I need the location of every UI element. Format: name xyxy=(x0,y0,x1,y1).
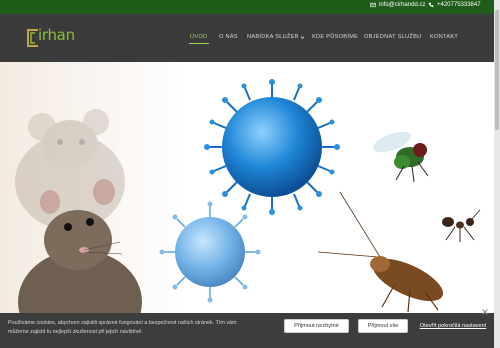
nav-item-label: KONTAKT xyxy=(430,34,459,40)
envelope-icon xyxy=(370,2,376,8)
nav-item-uvod[interactable]: ÚVOD xyxy=(190,34,207,40)
main-navigation: irhan ÚVOD O NÁS NABÍDKA SLUŽEB KDE PŮSO… xyxy=(0,14,494,62)
accept-all-button[interactable]: Přijmout vše xyxy=(358,319,408,333)
active-nav-indicator xyxy=(189,43,209,44)
nav-item-label: O NÁS xyxy=(219,34,238,40)
logo-text: irhan xyxy=(38,26,75,44)
chevron-down-icon xyxy=(300,35,305,39)
advanced-settings-link[interactable]: Otevřít pokročilá nastavení xyxy=(418,319,488,333)
scrollbar-thumb[interactable] xyxy=(495,10,499,130)
email-text: info@cirhandd.cz xyxy=(379,2,426,8)
email-link[interactable]: info@cirhandd.cz xyxy=(370,2,425,8)
nav-item-label: KDE PŮSOBÍME xyxy=(312,34,359,40)
hero-banner xyxy=(0,62,494,348)
virus-small-image xyxy=(159,201,261,303)
site-logo[interactable]: irhan xyxy=(24,24,75,52)
nav-item-kontakt[interactable]: KONTAKT xyxy=(430,34,458,40)
nav-item-nabidka-sluzeb[interactable]: NABÍDKA SLUŽEB xyxy=(247,34,305,40)
nav-item-kde-pusobime[interactable]: KDE PŮSOBÍME xyxy=(312,34,358,40)
page-scrollbar[interactable] xyxy=(494,0,500,348)
ant-image xyxy=(442,209,481,242)
cockroach-image xyxy=(317,191,444,313)
nav-item-label: ÚVOD xyxy=(190,34,208,40)
close-icon[interactable] xyxy=(481,308,489,316)
fly-image xyxy=(373,131,429,183)
cookie-message: Používáme cookies, abychom zajistili spr… xyxy=(8,320,237,335)
accept-necessary-button[interactable]: Přijmout nezbytné xyxy=(284,319,349,333)
nav-item-o-nas[interactable]: O NÁS xyxy=(219,34,238,40)
phone-icon xyxy=(428,2,434,7)
phone-text: +420775333847 xyxy=(437,2,481,8)
top-contact-bar: info@cirhandd.cz +420775333847 xyxy=(0,0,500,14)
nav-item-label: OBJEDNAT SLUŽBU xyxy=(364,34,422,40)
phone-link[interactable]: +420775333847 xyxy=(428,2,481,8)
nav-item-objednat-sluzbu[interactable]: OBJEDNAT SLUŽBU xyxy=(364,34,421,40)
cookie-consent-bar: Používáme cookies, abychom zajistili spr… xyxy=(0,313,494,348)
nav-item-label: NABÍDKA SLUŽEB xyxy=(247,34,299,40)
virus-image xyxy=(204,79,340,215)
